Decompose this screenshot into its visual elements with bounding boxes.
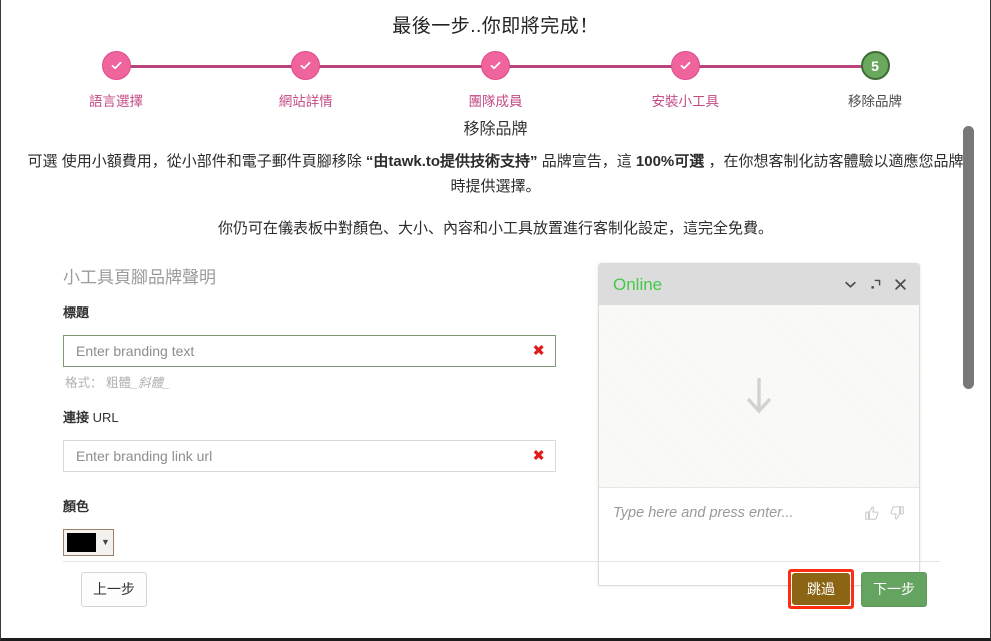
check-icon xyxy=(680,61,691,70)
description-paragraph-2: 你仍可在儀表板中對顏色、大小、內容和小工具放置進行客制化設定，這完全免費。 xyxy=(217,220,773,237)
wizard-page: 最後一步..你即將完成！ 語言選擇 網站詳情 團隊成員 安裝小工具 5 移除品牌… xyxy=(0,0,991,641)
thumbs-up-icon[interactable] xyxy=(864,505,880,526)
step-item-2[interactable]: 網站詳情 xyxy=(231,51,381,110)
widget-header-icons xyxy=(843,277,908,292)
branding-text-label: 標題 xyxy=(63,305,90,320)
thumbs-down-icon[interactable] xyxy=(889,505,905,526)
step-item-1[interactable]: 語言選擇 xyxy=(41,51,191,110)
desc-part-c: 品牌宣告，這 xyxy=(537,153,636,170)
widget-rating-icons xyxy=(864,505,905,526)
branding-text-field-wrap[interactable]: ✖ xyxy=(63,335,556,367)
description-paragraph-1: 可選 使用小額費用，從小部件和電子郵件頁腳移除 “由tawk.to提供技術支持”… xyxy=(23,149,968,199)
branding-url-field-wrap[interactable]: ✖ xyxy=(63,440,556,472)
check-icon xyxy=(300,61,311,70)
color-picker-button[interactable]: ▼ xyxy=(63,529,114,556)
format-hint-bold: 粗體 xyxy=(106,376,132,390)
page-title: 最後一步..你即將完成！ xyxy=(392,16,599,37)
step-item-4[interactable]: 安裝小工具 xyxy=(610,51,760,110)
footer-divider xyxy=(63,561,940,562)
arrow-down-icon xyxy=(746,378,772,414)
branding-text-input[interactable] xyxy=(64,336,555,366)
step-bullet-4[interactable] xyxy=(670,51,700,80)
next-button[interactable]: 下一步 xyxy=(861,571,927,607)
chat-widget-preview: Online Type here and press enter... xyxy=(598,263,920,586)
close-icon[interactable] xyxy=(893,277,908,292)
check-icon xyxy=(111,61,121,70)
widget-status-label: Online xyxy=(613,274,663,294)
scrollbar-thumb[interactable] xyxy=(963,126,974,389)
clear-branding-text-icon[interactable]: ✖ xyxy=(532,344,545,359)
skip-button-highlight: 跳過 xyxy=(788,569,854,609)
back-button[interactable]: 上一步 xyxy=(81,571,147,607)
section-description: 可選 使用小額費用，從小部件和電子郵件頁腳移除 “由tawk.to提供技術支持”… xyxy=(23,149,968,241)
branding-url-label: 連接 URL xyxy=(63,407,583,426)
expand-icon[interactable] xyxy=(869,278,882,291)
branding-form: 小工具頁腳品牌聲明 標題 ✖ 格式： 粗體_斜體_ 連接 URL ✖ 顏色 ▼ xyxy=(63,263,583,586)
clear-branding-url-icon[interactable]: ✖ xyxy=(532,449,545,464)
format-hint: 格式： 粗體_斜體_ xyxy=(65,372,583,391)
widget-message-input[interactable]: Type here and press enter... xyxy=(613,505,864,521)
form-subheading: 小工具頁腳品牌聲明 xyxy=(63,268,216,287)
step-label-2: 網站詳情 xyxy=(278,94,333,109)
branding-url-label-light: URL xyxy=(89,410,119,425)
step-label-4: 安裝小工具 xyxy=(651,94,720,109)
step-bullet-3[interactable] xyxy=(481,51,510,80)
widget-preview-column: Online Type here and press enter... xyxy=(598,263,920,586)
step-label-1: 語言選擇 xyxy=(89,94,143,109)
format-hint-italic: _斜體_ xyxy=(131,376,170,390)
color-swatch-preview xyxy=(67,533,96,552)
step-bullet-2[interactable] xyxy=(291,51,321,80)
widget-header: Online xyxy=(599,264,919,305)
check-icon xyxy=(490,61,501,70)
content-columns: 小工具頁腳品牌聲明 標題 ✖ 格式： 粗體_斜體_ 連接 URL ✖ 顏色 ▼ xyxy=(1,263,990,586)
desc-part-b: “由tawk.to提供技術支持” xyxy=(365,153,538,170)
format-hint-prefix: 格式： xyxy=(65,376,103,390)
step-bullet-1[interactable] xyxy=(101,51,131,80)
page-scrollbar[interactable] xyxy=(963,0,974,638)
chevron-down-icon[interactable] xyxy=(843,277,858,292)
desc-part-d: 100%可選 xyxy=(635,153,705,170)
widget-message-area xyxy=(599,305,919,488)
step-item-3[interactable]: 團隊成員 xyxy=(421,51,571,110)
step-label-3: 團隊成員 xyxy=(468,94,523,109)
desc-part-a: 可選 使用小額費用，從小部件和電子郵件頁腳移除 xyxy=(27,153,366,170)
step-label-5: 移除品牌 xyxy=(848,94,902,109)
wizard-footer: 上一步 跳過 下一步 xyxy=(1,569,990,609)
chevron-down-icon[interactable]: ▼ xyxy=(101,538,110,547)
step-bullet-5[interactable]: 5 xyxy=(860,51,890,80)
branding-url-input[interactable] xyxy=(64,441,555,471)
branding-color-label: 顏色 xyxy=(63,499,90,514)
wizard-stepper: 語言選擇 網站詳情 團隊成員 安裝小工具 5 移除品牌 xyxy=(41,51,950,113)
section-title: 移除品牌 xyxy=(463,121,528,138)
branding-url-label-strong: 連接 xyxy=(63,410,90,425)
skip-button[interactable]: 跳過 xyxy=(792,573,850,605)
step-item-5[interactable]: 5 移除品牌 xyxy=(800,51,950,110)
